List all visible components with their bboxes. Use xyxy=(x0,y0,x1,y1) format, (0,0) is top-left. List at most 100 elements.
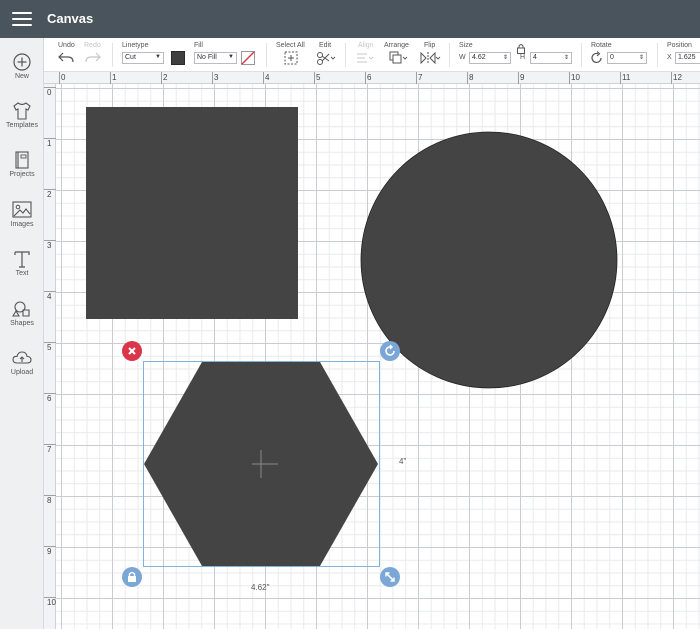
ruler-tick-label: 11 xyxy=(622,73,631,82)
redo-icon[interactable] xyxy=(84,51,102,65)
sidebar-item-upload[interactable]: Upload xyxy=(0,342,44,388)
stepper-icon: ⇕ xyxy=(563,55,569,61)
ruler-tick xyxy=(671,72,672,84)
ruler-tick-label: 10 xyxy=(571,73,580,82)
fill-label: Fill xyxy=(194,42,203,49)
linetype-color-swatch[interactable] xyxy=(171,51,185,65)
redo-label: Redo xyxy=(84,42,101,49)
sidebar-item-label: New xyxy=(14,73,29,80)
ruler-tick-label: 1 xyxy=(112,73,117,82)
ruler-tick-label: 5 xyxy=(47,343,52,352)
text-t-icon xyxy=(14,251,30,268)
shapes-icon xyxy=(12,301,30,317)
resize-diagonal-icon xyxy=(385,572,395,582)
delete-handle[interactable] xyxy=(122,341,142,361)
x-position-input[interactable]: 1.625 xyxy=(675,52,700,64)
ruler-tick xyxy=(44,342,56,343)
flip-label: Flip xyxy=(424,42,436,49)
app-title: Canvas xyxy=(47,11,94,26)
rotate-input[interactable]: 0 ⇕ xyxy=(607,52,647,64)
toolbar-divider xyxy=(449,43,450,67)
ruler-tick-label: 10 xyxy=(47,598,56,607)
ruler-tick xyxy=(467,72,468,84)
ruler-tick-label: 0 xyxy=(47,88,52,97)
toolbar-divider xyxy=(657,43,658,67)
sidebar-item-label: Templates xyxy=(6,122,38,129)
square-shape[interactable] xyxy=(86,107,298,319)
no-fill-swatch-icon[interactable] xyxy=(241,51,255,65)
plus-circle-icon xyxy=(13,53,31,71)
hamburger-menu-icon[interactable] xyxy=(12,12,32,27)
vertical-ruler: 0 1 2 3 4 5 6 7 8 9 10 xyxy=(44,84,56,629)
toolbar-divider xyxy=(266,43,267,67)
rotate-handle[interactable] xyxy=(380,341,400,361)
rotate-icon xyxy=(385,344,395,356)
ruler-tick xyxy=(44,444,56,445)
fill-select[interactable]: No Fill ▼ xyxy=(194,52,237,64)
select-all-label: Select All xyxy=(276,42,305,49)
ruler-tick-label: 7 xyxy=(418,73,423,82)
scale-handle[interactable] xyxy=(380,567,400,587)
sidebar-item-new[interactable]: New xyxy=(0,46,44,92)
x-prefix: X xyxy=(667,54,672,61)
ruler-tick xyxy=(518,72,519,84)
sidebar-item-text[interactable]: Text xyxy=(0,243,44,289)
ruler-tick xyxy=(44,240,56,241)
rotate-label: Rotate xyxy=(591,42,612,49)
select-all-icon[interactable] xyxy=(284,51,298,65)
ruler-tick xyxy=(44,597,56,598)
ruler-tick xyxy=(110,72,111,84)
selection-box[interactable] xyxy=(143,361,380,567)
fill-value: No Fill xyxy=(197,54,217,61)
linetype-label: Linetype xyxy=(122,42,149,49)
cloud-upload-icon xyxy=(12,351,32,364)
ruler-tick-label: 9 xyxy=(47,547,52,556)
width-value: 4.62 xyxy=(472,54,486,61)
title-bar: Canvas xyxy=(0,0,700,38)
ruler-tick xyxy=(44,138,56,139)
sidebar-item-shapes[interactable]: Shapes xyxy=(0,293,44,339)
sidebar-item-images[interactable]: Images xyxy=(0,194,44,240)
sidebar-item-projects[interactable]: Projects xyxy=(0,144,44,190)
lock-handle[interactable] xyxy=(122,567,142,587)
image-icon xyxy=(12,201,32,218)
arrange-icon[interactable] xyxy=(389,51,409,65)
sidebar-item-label: Shapes xyxy=(10,320,34,327)
toolbar-divider xyxy=(581,43,582,67)
ruler-tick xyxy=(365,72,366,84)
edit-label: Edit xyxy=(319,42,332,49)
horizontal-ruler: 0 1 2 3 4 5 6 7 8 9 10 11 12 xyxy=(44,72,700,84)
flip-icon[interactable] xyxy=(419,51,441,65)
ruler-tick-label: 3 xyxy=(214,73,219,82)
sidebar-item-label: Text xyxy=(15,270,29,277)
chevron-down-icon: ▼ xyxy=(155,54,161,60)
ruler-tick-label: 9 xyxy=(520,73,525,82)
height-dimension-label: 4" xyxy=(399,457,407,466)
ruler-tick-label: 6 xyxy=(367,73,372,82)
left-sidebar: New Templates Projects Images Text Shape… xyxy=(0,38,44,629)
ruler-tick xyxy=(314,72,315,84)
height-input[interactable]: 4 ⇕ xyxy=(530,52,572,64)
chevron-down-icon: ▼ xyxy=(228,54,234,60)
design-canvas[interactable]: 4" 4.62" xyxy=(56,84,700,629)
rotate-icon[interactable] xyxy=(590,51,604,65)
ruler-tick-label: 4 xyxy=(47,292,52,301)
edit-toolbar: Undo Redo Linetype Cut ▼ Fill No Fill ▼ … xyxy=(44,38,700,72)
linetype-value: Cut xyxy=(125,54,136,61)
width-dimension-label: 4.62" xyxy=(251,583,270,592)
ruler-tick-label: 1 xyxy=(47,139,52,148)
align-icon[interactable] xyxy=(355,51,375,65)
lock-icon[interactable] xyxy=(516,43,526,54)
tshirt-icon xyxy=(13,102,31,120)
ruler-tick xyxy=(263,72,264,84)
stepper-icon: ⇕ xyxy=(502,55,508,61)
lock-icon xyxy=(128,571,136,582)
ruler-tick xyxy=(44,189,56,190)
linetype-select[interactable]: Cut ▼ xyxy=(122,52,164,64)
width-input[interactable]: 4.62 ⇕ xyxy=(469,52,511,64)
ruler-tick-label: 2 xyxy=(163,73,168,82)
scissors-icon[interactable] xyxy=(316,51,336,65)
sidebar-item-templates[interactable]: Templates xyxy=(0,95,44,141)
ruler-tick xyxy=(569,72,570,84)
undo-icon[interactable] xyxy=(57,51,75,65)
